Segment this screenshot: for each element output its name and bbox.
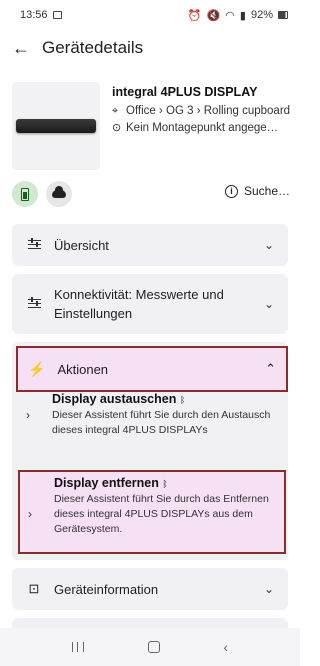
alarm-icon: ⏰ xyxy=(187,9,202,22)
lightning-icon: ⚡ xyxy=(28,360,46,377)
system-nav-bar: ‹ xyxy=(0,628,300,666)
sliders-icon xyxy=(26,237,42,253)
section-connectivity[interactable]: Konnektivität: Messwerte und Einstellung… xyxy=(12,274,288,334)
section-device-info-label: Geräteinformation xyxy=(54,581,159,597)
page-title: Gerätedetails xyxy=(42,38,144,57)
chevron-right-icon: › xyxy=(28,507,32,521)
device-search-icon: ⊡ xyxy=(28,581,40,596)
cloud-icon xyxy=(52,186,66,198)
action-replace-display[interactable]: › Display austauschen ᛒ Dieser Assistent… xyxy=(18,392,286,438)
device-info: integral 4PLUS DISPLAY ⌖ Office › OG 3 ›… xyxy=(112,84,292,137)
search-label: Suche… xyxy=(243,184,290,198)
action-title: Display entfernen xyxy=(54,476,159,490)
battery-percent: 92% xyxy=(250,9,273,21)
chevron-up-icon: ⌃ xyxy=(265,361,276,376)
action-description: Dieser Assistent führt Sie durch das Ent… xyxy=(54,493,269,535)
bluetooth-icon: ᛒ xyxy=(179,395,186,405)
battery-status-chip[interactable] xyxy=(12,181,38,207)
chevron-right-icon: › xyxy=(26,408,30,422)
wifi-icon: ◠ xyxy=(225,9,235,22)
section-actions: ⚡ Aktionen ⌃ › Display austauschen ᛒ Die… xyxy=(12,342,288,560)
chevron-down-icon: ⌄ xyxy=(263,582,274,596)
device-image xyxy=(12,82,100,170)
app-header: ← Gerätedetails xyxy=(0,30,300,66)
action-remove-display[interactable]: › Display entfernen ᛒ Dieser Assistent f… xyxy=(18,470,286,554)
mount-point-icon: ⊙ xyxy=(112,122,122,134)
sliders-icon xyxy=(26,296,42,312)
mute-icon: 🔇 xyxy=(206,9,221,22)
info-icon: i xyxy=(224,184,238,198)
clock: 13:56 xyxy=(20,9,48,21)
bluetooth-icon: ᛒ xyxy=(162,479,168,489)
battery-icon xyxy=(21,187,29,201)
section-connectivity-label: Konnektivität: Messwerte und Einstellung… xyxy=(54,287,224,321)
section-actions-header[interactable]: ⚡ Aktionen ⌃ xyxy=(16,346,288,392)
action-description: Dieser Assistent führt Sie durch den Aus… xyxy=(52,409,271,436)
battery-icon xyxy=(278,11,288,19)
section-actions-label: Aktionen xyxy=(57,361,109,377)
back-arrow-icon[interactable]: ← xyxy=(12,38,34,59)
section-overview[interactable]: Übersicht ⌄ xyxy=(12,224,288,266)
chevron-down-icon: ⌄ xyxy=(263,238,274,252)
location-pin-icon: ⌖ xyxy=(112,105,119,117)
home-icon[interactable] xyxy=(147,641,160,653)
status-bar: 13:56 ⏰ 🔇 ◠ ▮ 92% xyxy=(0,0,300,30)
gallery-notification-icon xyxy=(52,11,62,19)
signal-icon: ▮ xyxy=(239,9,246,22)
recents-icon[interactable] xyxy=(71,642,84,652)
action-title: Display austauschen xyxy=(52,392,177,406)
device-mount: Kein Montagepunkt angege… xyxy=(126,122,279,134)
section-overview-label: Übersicht xyxy=(54,237,109,253)
chevron-down-icon: ⌄ xyxy=(263,297,274,311)
search-button[interactable]: i Suche… xyxy=(224,184,290,198)
section-device-info[interactable]: ⊡ Geräteinformation ⌄ xyxy=(12,568,288,610)
back-icon[interactable]: ‹ xyxy=(223,639,228,655)
cloud-status-chip[interactable] xyxy=(46,181,72,207)
device-name: integral 4PLUS DISPLAY xyxy=(112,85,258,99)
device-bar-graphic xyxy=(16,119,96,133)
device-location: Office › OG 3 › Rolling cupboard xyxy=(126,105,291,117)
